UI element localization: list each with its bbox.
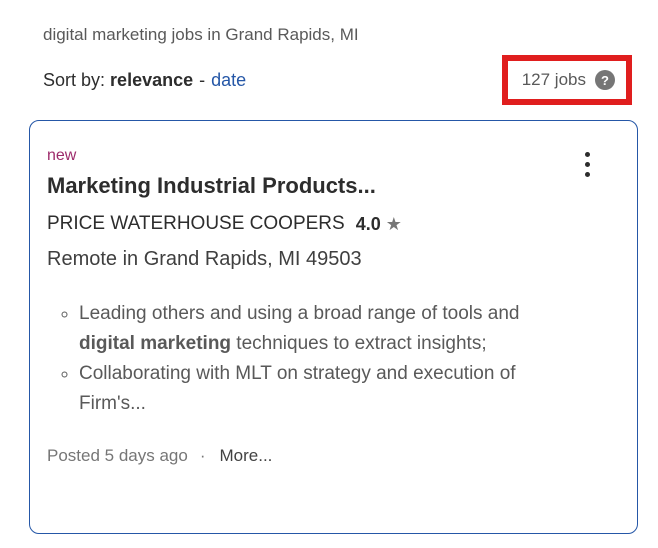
- sort-by-label: Sort by:: [43, 69, 106, 90]
- job-snippet-item: Collaborating with MLT on strategy and e…: [79, 359, 537, 419]
- star-icon: ★: [385, 213, 402, 234]
- sort-by-control: Sort by: relevance - date: [43, 70, 246, 91]
- job-title-link[interactable]: Marketing Industrial Products...: [47, 172, 376, 201]
- snippet-text: Leading others and using a broad range o…: [79, 302, 520, 324]
- kebab-dot: [585, 172, 590, 178]
- search-query-text: digital marketing jobs in Grand Rapids, …: [43, 25, 359, 44]
- sort-separator: -: [199, 69, 206, 90]
- kebab-dot: [585, 162, 590, 168]
- snippet-text: techniques to extract insights;: [231, 332, 487, 354]
- more-link[interactable]: More...: [220, 445, 273, 467]
- job-card[interactable]: new Marketing Industrial Products... PRI…: [29, 120, 638, 535]
- kebab-dot: [585, 152, 590, 158]
- job-location: Remote in Grand Rapids, MI 49503: [47, 247, 362, 270]
- sort-option-date-link[interactable]: date: [211, 70, 246, 90]
- annotation-highlight-box: 127 jobs ?: [501, 55, 632, 106]
- snippet-text: Collaborating with MLT on strategy and e…: [79, 362, 516, 414]
- job-card-header-left: new Marketing Industrial Products...: [47, 146, 376, 212]
- company-rating-value: 4.0: [355, 213, 381, 234]
- job-snippet-item: Leading others and using a broad range o…: [79, 299, 537, 359]
- company-name: PRICE WATERHOUSE COOPERS: [47, 213, 345, 235]
- job-count-text: 127 jobs: [521, 70, 586, 90]
- footer-dot-separator: ·: [199, 445, 206, 465]
- search-results-page: digital marketing jobs in Grand Rapids, …: [0, 0, 658, 535]
- snippet-highlight-term: digital marketing: [79, 332, 232, 354]
- job-card-footer: Posted 5 days ago · More...: [47, 445, 621, 467]
- sort-option-relevance: relevance: [110, 69, 194, 90]
- kebab-menu-button[interactable]: [583, 150, 592, 179]
- help-question-icon[interactable]: ?: [595, 70, 615, 91]
- posted-date-text: Posted 5 days ago: [47, 445, 188, 465]
- job-snippet-list: Leading others and using a broad range o…: [47, 299, 621, 419]
- company-row: PRICE WATERHOUSE COOPERS 4.0 ★: [47, 212, 621, 237]
- job-card-header: new Marketing Industrial Products...: [47, 146, 621, 212]
- new-badge: new: [47, 147, 77, 165]
- sort-row: Sort by: relevance - date 127 jobs ?: [43, 55, 632, 106]
